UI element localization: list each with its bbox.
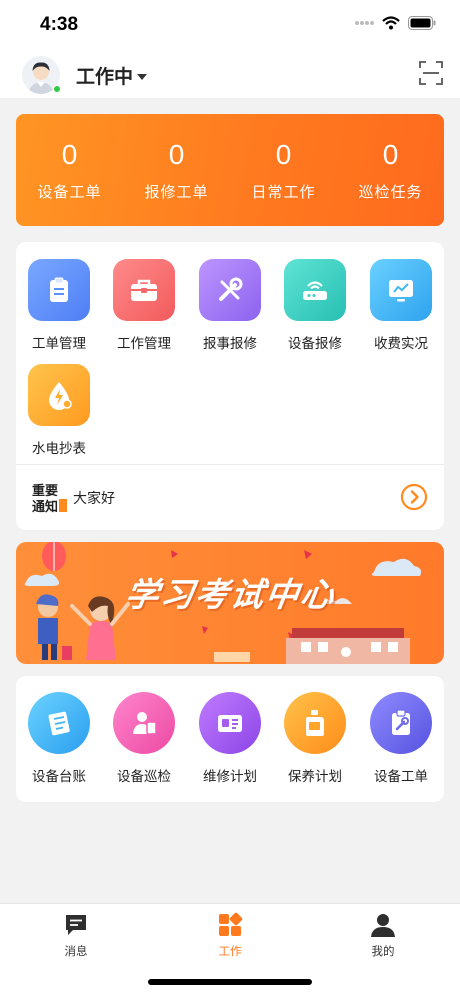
chevron-right-circle-icon[interactable] bbox=[400, 483, 428, 511]
svg-text:重要: 重要 bbox=[32, 483, 58, 499]
stat-inspection-tasks[interactable]: 0 巡检任务 bbox=[337, 114, 444, 226]
tool-label: 维修计划 bbox=[203, 769, 257, 784]
plan-card-icon bbox=[199, 692, 261, 754]
module-billing-status[interactable]: 收费实况 bbox=[358, 259, 444, 352]
oil-bottle-icon bbox=[284, 692, 346, 754]
module-report-repair[interactable]: 报事报修 bbox=[187, 259, 273, 352]
tab-work[interactable]: 工作 bbox=[190, 912, 270, 959]
stat-repair-orders[interactable]: 0 报修工单 bbox=[123, 114, 230, 226]
tool-label: 设备工单 bbox=[374, 769, 428, 784]
online-status-dot bbox=[53, 85, 61, 93]
exam-center-banner[interactable]: 学习考试中心 bbox=[16, 542, 444, 664]
home-indicator bbox=[148, 979, 312, 985]
stat-value: 0 bbox=[61, 138, 78, 170]
tab-label: 工作 bbox=[218, 946, 242, 958]
work-status-label: 工作中 bbox=[76, 67, 134, 88]
stat-label: 日常工作 bbox=[251, 183, 316, 201]
tab-label: 消息 bbox=[64, 946, 88, 958]
tool-label: 设备台账 bbox=[32, 769, 86, 784]
clipboard-icon bbox=[28, 259, 90, 321]
work-status-dropdown[interactable]: 工作中 bbox=[76, 62, 148, 89]
briefcase-icon bbox=[113, 259, 175, 321]
status-time: 4:38 bbox=[40, 14, 79, 35]
tool-label: 保养计划 bbox=[288, 769, 342, 784]
stat-device-orders[interactable]: 0 设备工单 bbox=[16, 114, 123, 226]
module-work-management[interactable]: 工作管理 bbox=[101, 259, 187, 352]
module-label: 水电抄表 bbox=[32, 441, 86, 456]
message-icon bbox=[66, 915, 86, 935]
wifi-icon bbox=[382, 16, 400, 30]
tab-label: 我的 bbox=[371, 946, 395, 958]
profile-icon bbox=[371, 914, 395, 937]
banner-title: 学习考试中心 bbox=[123, 576, 339, 613]
stat-value: 0 bbox=[168, 138, 185, 170]
tools-icon bbox=[199, 259, 261, 321]
svg-text:通知: 通知 bbox=[32, 499, 58, 513]
work-grid-icon bbox=[219, 912, 243, 936]
top-header: 工作中 bbox=[0, 50, 460, 98]
battery-icon bbox=[408, 16, 436, 30]
ledger-icon bbox=[28, 692, 90, 754]
module-label: 收费实况 bbox=[374, 336, 428, 351]
stat-daily-work[interactable]: 0 日常工作 bbox=[230, 114, 337, 226]
water-electric-icon bbox=[28, 364, 90, 426]
tool-upkeep-plan[interactable]: 保养计划 bbox=[272, 692, 358, 785]
tool-device-work-order[interactable]: 设备工单 bbox=[358, 692, 444, 785]
tool-device-inspection[interactable]: 设备巡检 bbox=[101, 692, 187, 785]
signal-icon bbox=[355, 21, 374, 25]
tools-card: 设备台账 设备巡检 维修计划 保养计划 设备工单 bbox=[16, 676, 444, 802]
status-icons bbox=[354, 16, 436, 30]
monitor-icon bbox=[370, 259, 432, 321]
stat-value: 0 bbox=[275, 138, 292, 170]
tool-device-ledger[interactable]: 设备台账 bbox=[16, 692, 102, 785]
stat-label: 设备工单 bbox=[37, 183, 102, 201]
stat-value: 0 bbox=[382, 138, 399, 170]
tool-label: 设备巡检 bbox=[117, 769, 171, 784]
status-bar: 4:38 bbox=[0, 0, 460, 50]
inspection-icon bbox=[113, 692, 175, 754]
tool-maintenance-plan[interactable]: 维修计划 bbox=[187, 692, 273, 785]
module-label: 工作管理 bbox=[117, 336, 171, 351]
work-order-icon bbox=[370, 692, 432, 754]
scan-icon[interactable] bbox=[418, 60, 444, 86]
chevron-down-icon bbox=[137, 73, 148, 80]
stat-label: 巡检任务 bbox=[358, 183, 423, 201]
module-device-repair[interactable]: 设备报修 bbox=[272, 259, 358, 352]
notice-logo: 重要 通知 bbox=[32, 483, 67, 513]
stats-card: 0 设备工单 0 报修工单 0 日常工作 0 巡检任务 bbox=[16, 114, 444, 226]
notice-row[interactable]: 重要 通知 大家好 bbox=[16, 465, 444, 530]
module-label: 设备报修 bbox=[288, 336, 342, 351]
module-label: 工单管理 bbox=[32, 336, 86, 351]
module-meter-reading[interactable]: 水电抄表 bbox=[16, 364, 102, 457]
modules-card: 工单管理 工作管理 报事报修 设备报修 收费实况 水电抄表 重要 通知 大家好 bbox=[16, 242, 444, 530]
module-work-order-management[interactable]: 工单管理 bbox=[16, 259, 102, 352]
notice-text: 大家好 bbox=[73, 490, 115, 506]
stat-label: 报修工单 bbox=[144, 183, 209, 201]
router-icon bbox=[284, 259, 346, 321]
tab-messages[interactable]: 消息 bbox=[36, 912, 116, 959]
tab-profile[interactable]: 我的 bbox=[343, 912, 423, 959]
module-label: 报事报修 bbox=[203, 336, 257, 351]
